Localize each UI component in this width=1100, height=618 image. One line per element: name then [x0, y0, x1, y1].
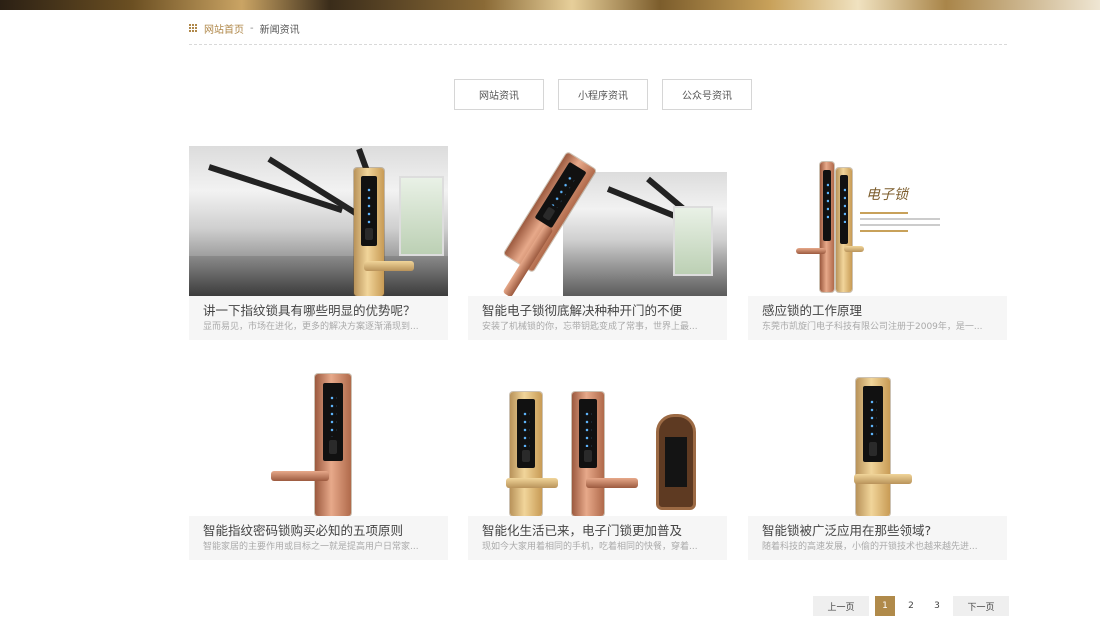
- breadcrumb-separator: -: [250, 22, 254, 34]
- page-2-button[interactable]: 2: [901, 596, 921, 616]
- prev-page-button[interactable]: 上一页: [813, 596, 869, 616]
- breadcrumb-divider: [189, 44, 1007, 45]
- grid-icon: [189, 23, 198, 33]
- next-page-button[interactable]: 下一页: [953, 596, 1009, 616]
- breadcrumb: 网站首页 - 新闻资讯: [189, 20, 300, 36]
- news-title[interactable]: 讲一下指纹锁具有哪些明显的优势呢？: [203, 303, 434, 319]
- news-summary: 随着科技的高速发展，小偷的开锁技术也越来越先进...: [762, 542, 978, 552]
- news-summary: 显而易见，市场在进化，更多的解决方案逐渐涌现到...: [203, 322, 419, 332]
- tab-official-account-news[interactable]: 公众号资讯: [662, 79, 752, 110]
- news-summary: 安装了机械锁的你，忘带钥匙变成了常事，世界上最...: [482, 322, 698, 332]
- promo-text: 电子锁: [866, 187, 908, 203]
- category-tabs: 网站资讯 小程序资讯 公众号资讯: [454, 79, 752, 110]
- news-image[interactable]: 电子锁: [748, 146, 1007, 296]
- news-card[interactable]: 电子锁 感应锁的工作原理 东莞市凯旋门电子科技有限公司注册于2009年，是一..…: [748, 146, 1007, 340]
- news-summary: 现如今大家用着相同的手机，吃着相同的快餐，穿着...: [482, 542, 698, 552]
- news-image[interactable]: [189, 366, 448, 516]
- tab-miniprogram-news[interactable]: 小程序资讯: [558, 79, 648, 110]
- news-card[interactable]: 智能化生活已来，电子门锁更加普及 现如今大家用着相同的手机，吃着相同的快餐，穿着…: [468, 366, 727, 560]
- news-summary: 东莞市凯旋门电子科技有限公司注册于2009年，是一...: [762, 322, 983, 332]
- news-image[interactable]: [189, 146, 448, 296]
- news-title[interactable]: 智能电子锁彻底解决种种开门的不便: [482, 303, 713, 319]
- page-1-button[interactable]: 1: [875, 596, 895, 616]
- news-title[interactable]: 智能化生活已来，电子门锁更加普及: [482, 523, 713, 539]
- news-image[interactable]: [468, 146, 727, 296]
- news-summary: 智能家居的主要作用或目标之一就是提高用户日常家...: [203, 542, 419, 552]
- pagination: 上一页 1 2 3 下一页: [813, 596, 1009, 616]
- breadcrumb-current: 新闻资讯: [259, 24, 300, 36]
- news-title[interactable]: 智能指纹密码锁购买必知的五项原则: [203, 523, 434, 539]
- news-image[interactable]: [748, 366, 1007, 516]
- news-card[interactable]: 智能指纹密码锁购买必知的五项原则 智能家居的主要作用或目标之一就是提高用户日常家…: [189, 366, 448, 560]
- news-card[interactable]: 讲一下指纹锁具有哪些明显的优势呢？ 显而易见，市场在进化，更多的解决方案逐渐涌现…: [189, 146, 448, 340]
- tab-website-news[interactable]: 网站资讯: [454, 79, 544, 110]
- breadcrumb-home-link[interactable]: 网站首页: [204, 21, 244, 36]
- news-card[interactable]: 智能电子锁彻底解决种种开门的不便 安装了机械锁的你，忘带钥匙变成了常事，世界上最…: [468, 146, 727, 340]
- news-title[interactable]: 智能锁被广泛应用在那些领域?: [762, 523, 993, 539]
- top-banner-image: [0, 0, 1100, 10]
- news-title[interactable]: 感应锁的工作原理: [762, 303, 993, 319]
- page-3-button[interactable]: 3: [927, 596, 947, 616]
- news-card[interactable]: 智能锁被广泛应用在那些领域? 随着科技的高速发展，小偷的开锁技术也越来越先进..…: [748, 366, 1007, 560]
- news-image[interactable]: [468, 366, 727, 516]
